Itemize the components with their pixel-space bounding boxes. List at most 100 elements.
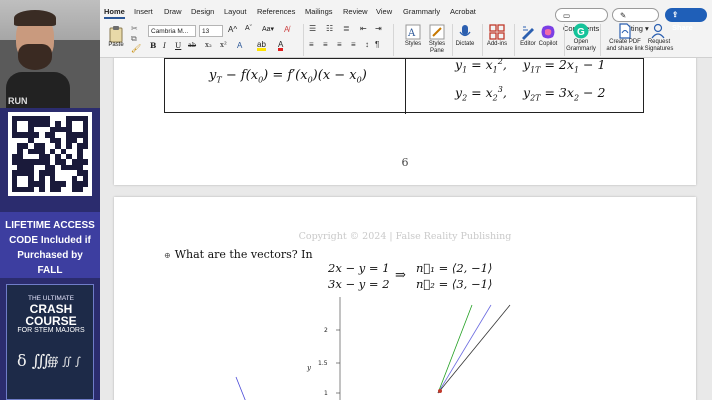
share-button[interactable]: ⇪ Share (665, 8, 707, 32)
justify-icon[interactable]: ≡ (351, 40, 356, 49)
clear-formatting-icon[interactable]: A̸ (284, 25, 289, 34)
create-pdf-label[interactable]: Create PDF and share link (605, 39, 645, 53)
qr-module (82, 186, 88, 192)
tab-design[interactable]: Design (191, 7, 214, 16)
webcam-person-hair (14, 10, 56, 26)
styles-pane-label[interactable]: Styles Pane (425, 41, 449, 55)
ribbon-toolbar: Paste ✂ ⧉ 🖌 Cambria M... 13 A^ Aˇ Aa▾ A̸… (100, 22, 712, 58)
tangent-lines-graph: 2 1.5 1 y (235, 297, 511, 400)
dictate-label[interactable]: Dictate (452, 41, 478, 47)
subscript-button[interactable]: x₂ (205, 41, 212, 49)
y-axis-label: y (306, 364, 312, 372)
paste-label[interactable]: Paste (106, 42, 126, 48)
tab-references[interactable]: References (257, 7, 295, 16)
request-signatures-label[interactable]: Request Signatures (641, 39, 677, 53)
microphone-icon[interactable] (458, 24, 472, 40)
pilcrow-icon[interactable]: ¶ (375, 40, 379, 49)
video-sidebar: RUN LIFETIME ACCESS CODE Included if Pur… (0, 0, 100, 400)
promo-text: LIFETIME ACCESS CODE Included if Purchas… (0, 212, 100, 278)
grow-font-icon[interactable]: A^ (228, 25, 237, 34)
document-canvas[interactable]: yT − f(x0) = f′(x0)(x − x0) y1 = x12, y1… (100, 58, 712, 400)
cut-icon[interactable]: ✂ (131, 24, 138, 33)
highlight-icon[interactable]: ab (257, 41, 266, 51)
numbering-icon[interactable]: ☷ (326, 24, 333, 33)
tangent-line-formula: yT − f(x0) = f′(x0)(x − x0) (209, 68, 367, 85)
intersection-point (438, 389, 442, 393)
tab-grammarly[interactable]: Grammarly (403, 7, 440, 16)
bullets-icon[interactable]: ☰ (309, 24, 316, 33)
y-tick-label: 1.5 (318, 360, 328, 367)
normal-vector-1: n⃗₁ = ⟨2, −1⟩ (416, 261, 493, 275)
tangent-line-blue (437, 304, 492, 394)
tab-acrobat[interactable]: Acrobat (450, 7, 476, 16)
tab-home[interactable]: Home (104, 7, 125, 19)
editor-icon[interactable] (520, 24, 536, 40)
book-cover: THE ULTIMATE CRASH COURSE FOR STEM MAJOR… (6, 284, 94, 400)
align-left-icon[interactable]: ≡ (309, 40, 314, 49)
webcam-person-beard (18, 44, 52, 70)
shrink-font-icon[interactable]: Aˇ (245, 25, 252, 32)
webcam-feed: RUN (0, 0, 100, 108)
strikethrough-button[interactable]: ab (188, 41, 196, 49)
curve-line-left (235, 376, 246, 400)
tab-view[interactable]: View (376, 7, 392, 16)
copy-icon[interactable]: ⧉ (131, 34, 137, 44)
equation-2: 3x − y = 2 (328, 277, 390, 291)
line-spacing-icon[interactable]: ↕ (365, 40, 369, 49)
document-page[interactable]: yT − f(x0) = f′(x0)(x − x0) y1 = x12, y1… (114, 58, 696, 185)
document-page[interactable]: Copyright © 2024 | False Reality Publish… (114, 197, 696, 400)
svg-text:A: A (407, 28, 416, 39)
book-math-symbols: δ ∭ (17, 351, 51, 370)
styles-label[interactable]: Styles (401, 41, 425, 47)
copyright-watermark: Copyright © 2024 | False Reality Publish… (298, 231, 512, 242)
copilot-icon[interactable] (540, 24, 556, 40)
function-y1: y1 = x12, (455, 58, 507, 75)
align-center-icon[interactable]: ≡ (323, 40, 328, 49)
separator (600, 24, 601, 56)
request-signatures-icon[interactable] (651, 23, 667, 39)
styles-icon[interactable]: A (405, 24, 421, 40)
tab-draw[interactable]: Draw (164, 7, 182, 16)
add-ins-label[interactable]: Add-ins (483, 41, 511, 47)
open-grammarly-label[interactable]: Open Grammarly (566, 39, 596, 53)
clipboard-icon[interactable] (108, 25, 124, 43)
multilevel-list-icon[interactable]: ≣ (343, 24, 350, 33)
comments-button[interactable]: ▭ Comments (555, 8, 608, 33)
font-name-select[interactable]: Cambria M... (148, 25, 196, 37)
format-painter-icon[interactable]: 🖌 (131, 44, 141, 53)
qr-code (8, 112, 92, 196)
editing-mode-button[interactable]: ✎ Editing ▾ (612, 8, 659, 33)
styles-pane-icon[interactable] (429, 24, 445, 40)
separator (564, 24, 565, 56)
tab-insert[interactable]: Insert (134, 7, 153, 16)
tab-mailings[interactable]: Mailings (305, 7, 333, 16)
superscript-button[interactable]: x² (220, 41, 227, 49)
normal-vector-2: n⃗₂ = ⟨3, −1⟩ (416, 277, 493, 291)
italic-button[interactable]: I (163, 41, 166, 50)
change-case-icon[interactable]: Aa▾ (262, 25, 274, 33)
decrease-indent-icon[interactable]: ⇤ (360, 24, 367, 33)
add-ins-icon[interactable] (489, 24, 505, 40)
curve-green (437, 304, 473, 394)
create-pdf-icon[interactable] (618, 23, 632, 39)
y-tick-label: 2 (324, 327, 328, 334)
font-size-select[interactable]: 13 (199, 25, 223, 37)
table-divider (405, 59, 406, 114)
webcam-label: RUN (8, 96, 28, 106)
bold-button[interactable]: B (150, 41, 156, 50)
tab-review[interactable]: Review (343, 7, 368, 16)
question-text: ⊕ What are the vectors? In (164, 248, 313, 261)
text-effects-icon[interactable]: A (237, 41, 242, 50)
tab-layout[interactable]: Layout (224, 7, 247, 16)
separator (452, 24, 453, 56)
separator (482, 24, 483, 56)
underline-button[interactable]: U (175, 41, 181, 50)
align-right-icon[interactable]: ≡ (337, 40, 342, 49)
book-title-line1: THE ULTIMATE (28, 295, 74, 302)
font-color-icon[interactable]: A (278, 41, 284, 51)
copilot-label[interactable]: Copilot (535, 41, 561, 47)
tangent-y1: y1T = 2x1 − 1 (523, 58, 606, 75)
book-title-line3: FOR STEM MAJORS (17, 327, 85, 334)
increase-indent-icon[interactable]: ⇥ (375, 24, 382, 33)
grammarly-icon[interactable]: G (573, 23, 589, 39)
